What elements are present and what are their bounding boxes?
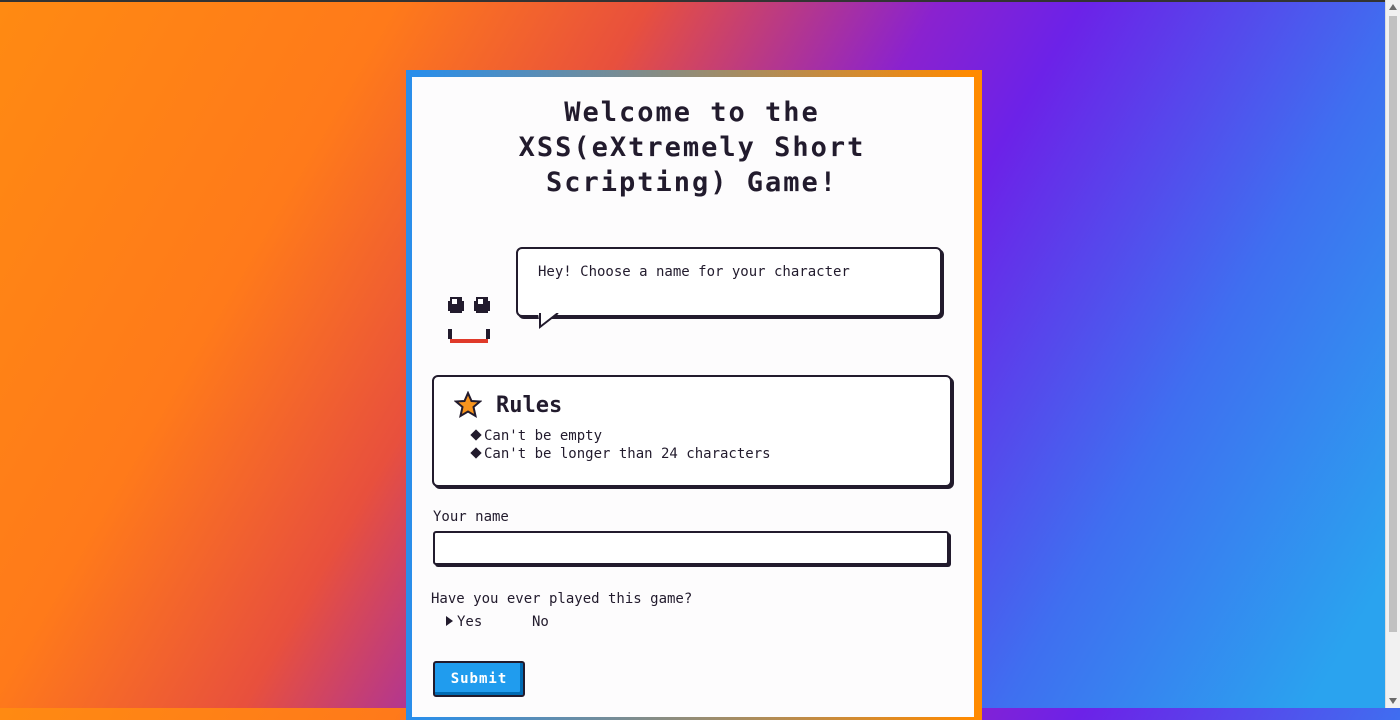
browser-top-edge — [0, 0, 1400, 2]
speech-bubble-tail — [538, 313, 559, 330]
scroll-thumb[interactable] — [1389, 16, 1397, 632]
selected-pointer-icon — [446, 616, 453, 626]
option-yes-label: Yes — [457, 614, 483, 630]
rules-title: Rules — [496, 393, 563, 418]
option-yes[interactable]: Yes — [446, 614, 482, 630]
submit-button[interactable]: Submit — [433, 661, 525, 697]
rule-text: Can't be empty — [484, 428, 603, 444]
diamond-bullet-icon — [470, 429, 482, 441]
title-line-1: Welcome to the — [564, 97, 820, 128]
rule-item: Can't be empty — [470, 427, 771, 445]
title-line-2: XSS(eXtremely Short — [518, 132, 866, 163]
scroll-down-arrow-icon[interactable] — [1389, 698, 1397, 704]
option-no[interactable]: No — [532, 614, 549, 630]
rules-box: Rules Can't be empty Can't be longer tha… — [432, 375, 952, 487]
game-card: Welcome to the XSS(eXtremely Short Scrip… — [412, 77, 974, 717]
star-icon — [454, 391, 482, 419]
page-scrollbar[interactable] — [1385, 0, 1400, 708]
rules-list: Can't be empty Can't be longer than 24 c… — [470, 427, 771, 463]
rule-text: Can't be longer than 24 characters — [484, 446, 771, 462]
option-no-label: No — [532, 614, 549, 630]
played-question: Have you ever played this game? — [431, 591, 693, 607]
speech-text: Hey! Choose a name for your character — [538, 264, 850, 280]
game-frame: Welcome to the XSS(eXtremely Short Scrip… — [406, 70, 982, 720]
name-input[interactable] — [433, 531, 949, 565]
diamond-bullet-icon — [470, 447, 482, 459]
name-label: Your name — [433, 509, 509, 525]
rule-item: Can't be longer than 24 characters — [470, 445, 771, 463]
page-title: Welcome to the XSS(eXtremely Short Scrip… — [452, 95, 932, 200]
speech-bubble: Hey! Choose a name for your character — [516, 247, 942, 330]
character-face-icon — [448, 297, 490, 343]
title-line-3: Scripting) Game! — [545, 167, 839, 198]
scroll-up-arrow-icon[interactable] — [1389, 4, 1397, 10]
